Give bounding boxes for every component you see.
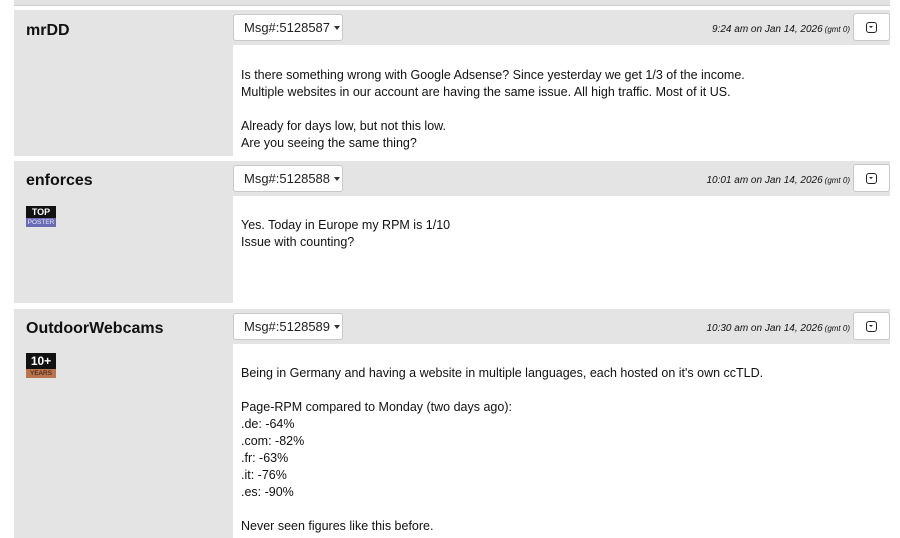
post-options-button[interactable] [853, 13, 890, 41]
post-text-line: .com: -82% [241, 434, 305, 448]
options-menu-icon [866, 22, 877, 33]
post-body: Is there something wrong with Google Ads… [233, 45, 890, 156]
message-number-dropdown[interactable]: Msg#:5128588 [233, 165, 343, 192]
options-menu-icon [866, 173, 877, 184]
post-text-line: .de: -64% [241, 417, 295, 431]
post-author[interactable]: OutdoorWebcams [26, 320, 164, 338]
message-number-dropdown[interactable]: Msg#:5128589 [233, 313, 343, 340]
post-text-line: .it: -76% [241, 468, 287, 482]
message-number-label: Msg#:5128589 [244, 319, 331, 334]
post-text-line: Never seen figures like this before. [241, 519, 434, 533]
post-text-line: Are you seeing the same thing? [241, 136, 417, 150]
caret-down-icon [334, 176, 341, 181]
post-text-line: Being in Germany and having a website in… [241, 366, 764, 380]
post-timestamp: 10:01 am on Jan 14, 2026 (gmt 0) [706, 175, 850, 186]
post-text-line [241, 382, 882, 399]
post-text-line: Multiple websites in our account are hav… [241, 85, 731, 99]
ten-plus-years-badge: 10+ YEARS [26, 353, 56, 378]
post-text-line: Already for days low, but not this low. [241, 119, 446, 133]
post-timestamp: 9:24 am on Jan 14, 2026 (gmt 0) [712, 24, 850, 35]
post-body: Yes. Today in Europe my RPM is 1/10 Issu… [233, 196, 890, 303]
post-text-line: Page-RPM compared to Monday (two days ag… [241, 400, 512, 414]
post-options-button[interactable] [853, 312, 890, 340]
message-number-dropdown[interactable]: Msg#:5128587 [233, 14, 343, 41]
forum-post: enforces TOP POSTER Msg#:5128588 10:01 a… [14, 161, 890, 303]
forum-post: OutdoorWebcams 10+ YEARS Msg#:5128589 10… [14, 309, 890, 538]
caret-down-icon [334, 25, 341, 30]
caret-down-icon [334, 324, 341, 329]
top-poster-badge: TOP POSTER [26, 206, 56, 227]
message-number-label: Msg#:5128587 [244, 20, 331, 35]
message-number-label: Msg#:5128588 [244, 171, 331, 186]
post-options-button[interactable] [853, 164, 890, 192]
post-author[interactable]: enforces [26, 172, 93, 190]
options-menu-icon [866, 321, 877, 332]
post-text-line: Issue with counting? [241, 235, 355, 249]
post-text-line [241, 101, 882, 118]
forum-post: mrDD Msg#:5128587 9:24 am on Jan 14, 202… [14, 10, 890, 156]
post-body: Being in Germany and having a website in… [233, 344, 890, 538]
post-text-line: Is there something wrong with Google Ads… [241, 68, 745, 82]
post-author[interactable]: mrDD [26, 22, 70, 40]
post-text-line: Yes. Today in Europe my RPM is 1/10 [241, 218, 451, 232]
previous-post-bottom-edge [14, 0, 890, 6]
post-timestamp: 10:30 am on Jan 14, 2026 (gmt 0) [706, 323, 850, 334]
post-text-line: .fr: -63% [241, 451, 289, 465]
post-text-line [241, 501, 882, 518]
post-text-line: .es: -90% [241, 485, 294, 499]
